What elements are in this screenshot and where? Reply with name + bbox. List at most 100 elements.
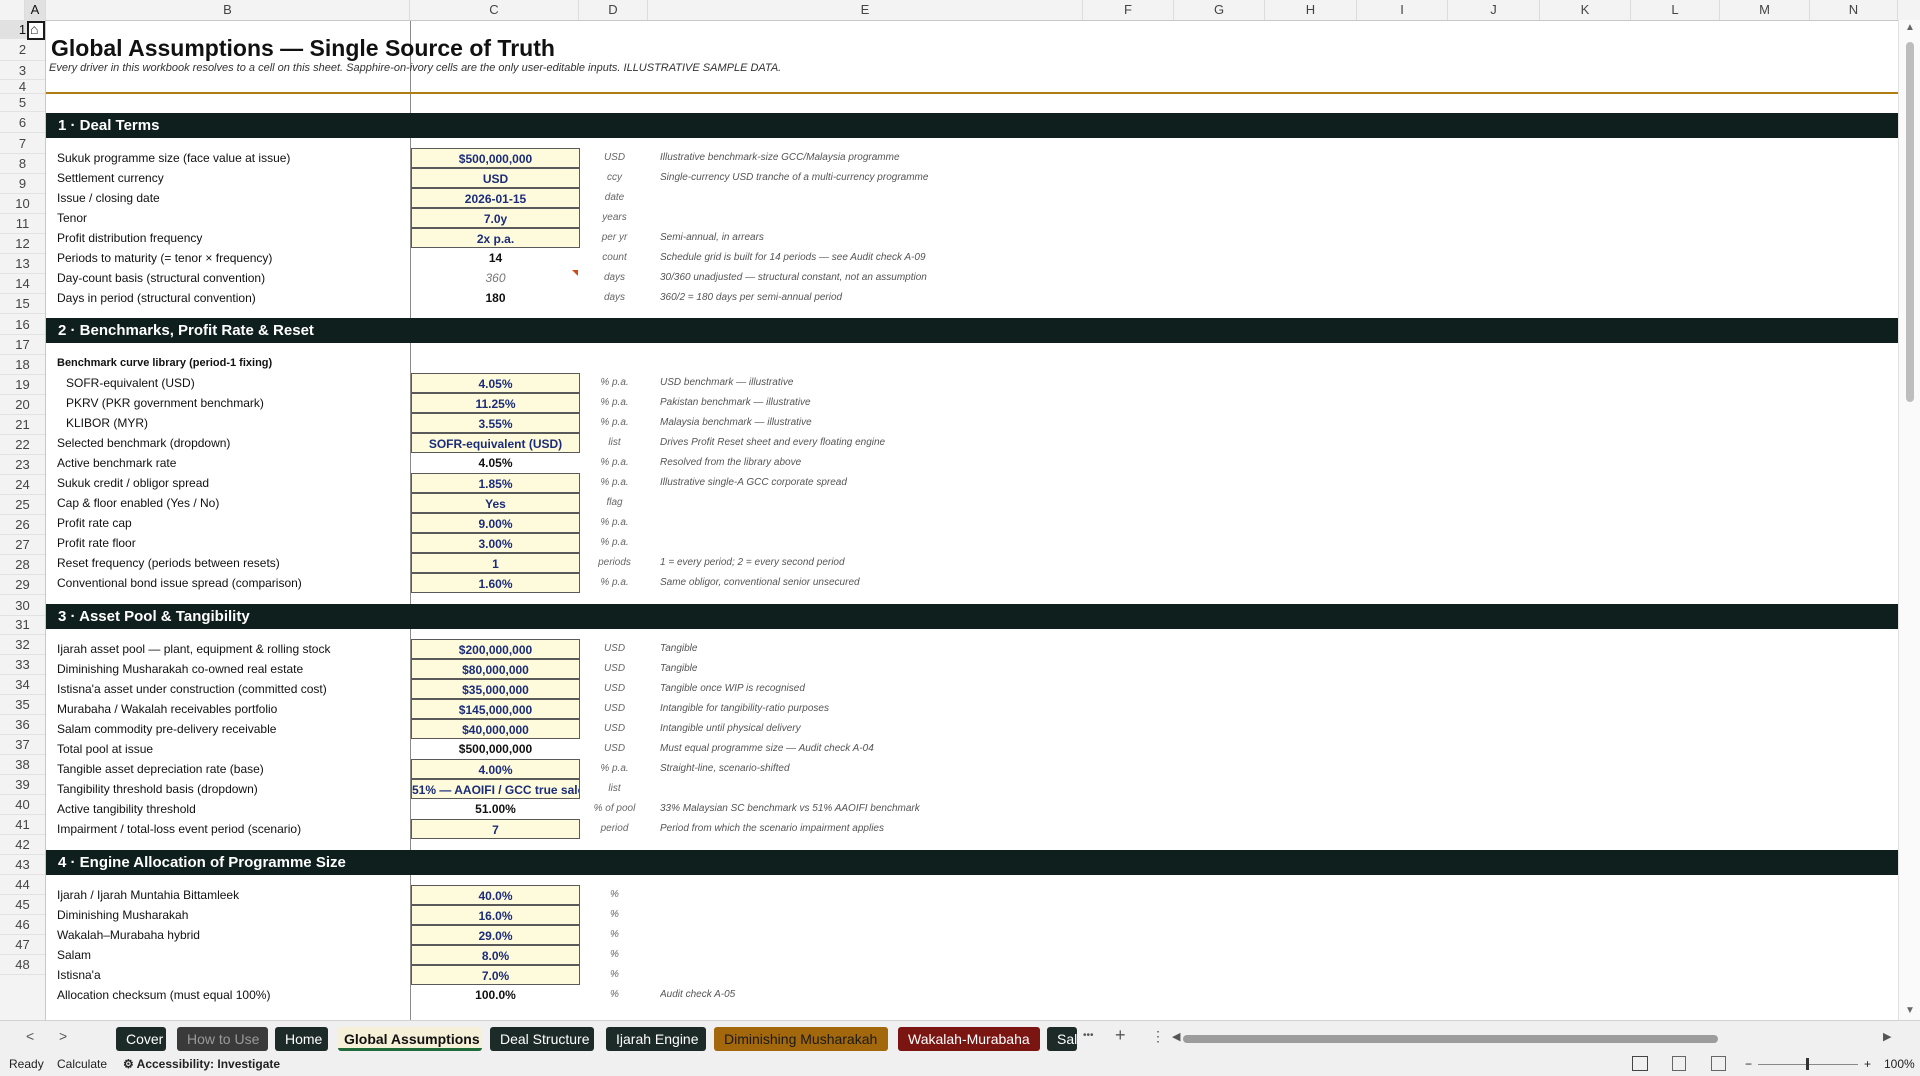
vertical-scroll-thumb[interactable] (1906, 42, 1914, 402)
input-cell[interactable]: 3.00% (411, 533, 580, 553)
zoom-slider-thumb[interactable] (1806, 1058, 1809, 1070)
column-header-h[interactable]: H (1265, 0, 1357, 20)
input-cell[interactable]: 16.0% (411, 905, 580, 925)
row-header-4[interactable]: 4 (0, 80, 45, 94)
row-header-30[interactable]: 30 (0, 595, 45, 616)
row-header-13[interactable]: 13 (0, 254, 45, 274)
page-break-view-icon[interactable] (1711, 1056, 1726, 1071)
row-header-41[interactable]: 41 (0, 815, 45, 835)
tab-next-button[interactable]: > (59, 1028, 67, 1044)
zoom-in-button[interactable]: + (1864, 1057, 1871, 1071)
worksheet-grid[interactable]: Global Assumptions — Single Source of Tr… (46, 21, 1898, 1020)
row-header-9[interactable]: 9 (0, 174, 45, 194)
input-cell[interactable]: 9.00% (411, 513, 580, 533)
input-cell[interactable]: 3.55% (411, 413, 580, 433)
row-header-28[interactable]: 28 (0, 555, 45, 575)
row-header-32[interactable]: 32 (0, 635, 45, 655)
hscroll-left-arrow[interactable]: ◀ (1172, 1030, 1180, 1043)
sheet-tab-wakalah-murabaha[interactable]: Wakalah-Murabaha (898, 1027, 1040, 1051)
sheet-tab-how-to-use[interactable]: How to Use (177, 1027, 268, 1051)
input-cell[interactable]: $500,000,000 (411, 148, 580, 168)
input-cell[interactable]: $40,000,000 (411, 719, 580, 739)
selected-cell-a1[interactable]: ⌂ (27, 21, 45, 40)
row-header-27[interactable]: 27 (0, 535, 45, 555)
row-header-35[interactable]: 35 (0, 695, 45, 715)
row-header-29[interactable]: 29 (0, 575, 45, 595)
input-cell[interactable]: 29.0% (411, 925, 580, 945)
sheet-tab-ijarah-engine[interactable]: Ijarah Engine (606, 1027, 706, 1051)
input-cell[interactable]: 1.85% (411, 473, 580, 493)
column-header-c[interactable]: C (410, 0, 579, 20)
accessibility-status[interactable]: ⚙ Accessibility: Investigate (123, 1057, 280, 1071)
row-header-44[interactable]: 44 (0, 875, 45, 895)
row-header-21[interactable]: 21 (0, 415, 45, 435)
row-header-37[interactable]: 37 (0, 735, 45, 755)
column-header-k[interactable]: K (1540, 0, 1631, 20)
more-tabs-button[interactable]: ••• (1083, 1030, 1094, 1041)
zoom-level[interactable]: 100% (1884, 1057, 1915, 1071)
select-all-corner[interactable] (0, 0, 25, 20)
input-cell[interactable]: 51% — AAOIFI / GCC true sale (411, 779, 580, 799)
tab-options-button[interactable]: ⋮ (1151, 1028, 1165, 1045)
normal-view-icon[interactable] (1632, 1056, 1648, 1071)
input-cell[interactable]: 1 (411, 553, 580, 573)
row-header-3[interactable]: 3 (0, 61, 45, 80)
sheet-tab-sal[interactable]: Sal (1047, 1027, 1077, 1051)
sheet-tab-global-assumptions[interactable]: Global Assumptions (338, 1027, 482, 1051)
home-icon[interactable]: ⌂ (30, 21, 38, 37)
vertical-scrollbar[interactable]: ▲ ▼ (1898, 20, 1920, 1020)
scroll-down-arrow[interactable]: ▼ (1905, 1005, 1915, 1016)
input-cell[interactable]: USD (411, 168, 580, 188)
page-layout-view-icon[interactable] (1672, 1056, 1686, 1071)
status-calculate[interactable]: Calculate (57, 1057, 107, 1071)
row-header-40[interactable]: 40 (0, 795, 45, 815)
column-header-i[interactable]: I (1357, 0, 1448, 20)
row-header-26[interactable]: 26 (0, 515, 45, 535)
sheet-tab-deal-structure[interactable]: Deal Structure (490, 1027, 594, 1051)
row-header-48[interactable]: 48 (0, 955, 45, 975)
scroll-up-arrow[interactable]: ▲ (1905, 22, 1915, 33)
row-header-25[interactable]: 25 (0, 495, 45, 515)
input-cell[interactable]: 7.0y (411, 208, 580, 228)
column-header-e[interactable]: E (648, 0, 1083, 20)
row-header-15[interactable]: 15 (0, 294, 45, 314)
row-header-11[interactable]: 11 (0, 214, 45, 234)
row-header-6[interactable]: 6 (0, 112, 45, 133)
input-cell[interactable]: 7 (411, 819, 580, 839)
row-header-16[interactable]: 16 (0, 314, 45, 335)
row-header-20[interactable]: 20 (0, 395, 45, 415)
row-header-42[interactable]: 42 (0, 835, 45, 855)
column-header-a[interactable]: A (25, 0, 46, 20)
row-header-38[interactable]: 38 (0, 755, 45, 775)
row-header-8[interactable]: 8 (0, 154, 45, 174)
column-header-j[interactable]: J (1448, 0, 1540, 20)
input-cell[interactable]: 40.0% (411, 885, 580, 905)
row-header-47[interactable]: 47 (0, 935, 45, 955)
column-header-d[interactable]: D (579, 0, 648, 20)
input-cell[interactable]: SOFR-equivalent (USD) (411, 433, 580, 453)
row-header-19[interactable]: 19 (0, 375, 45, 395)
row-header-17[interactable]: 17 (0, 335, 45, 355)
column-header-l[interactable]: L (1631, 0, 1720, 20)
column-header-n[interactable]: N (1810, 0, 1898, 20)
input-cell[interactable]: 4.00% (411, 759, 580, 779)
row-header-43[interactable]: 43 (0, 855, 45, 875)
row-header-2[interactable]: 2 (0, 39, 45, 61)
row-header-10[interactable]: 10 (0, 194, 45, 214)
sheet-tab-cover[interactable]: Cover (116, 1027, 166, 1051)
input-cell[interactable]: 1.60% (411, 573, 580, 593)
sheet-tab-home[interactable]: Home (275, 1027, 328, 1051)
zoom-out-button[interactable]: − (1745, 1057, 1752, 1071)
column-header-m[interactable]: M (1720, 0, 1810, 20)
input-cell[interactable]: $145,000,000 (411, 699, 580, 719)
sheet-tab-diminishing-musharakah[interactable]: Diminishing Musharakah (714, 1027, 888, 1051)
row-header-22[interactable]: 22 (0, 435, 45, 455)
row-header-39[interactable]: 39 (0, 775, 45, 795)
column-header-b[interactable]: B (46, 0, 410, 20)
row-header-46[interactable]: 46 (0, 915, 45, 935)
row-header-18[interactable]: 18 (0, 355, 45, 375)
row-header-5[interactable]: 5 (0, 94, 45, 112)
input-cell[interactable]: 2x p.a. (411, 228, 580, 248)
input-cell[interactable]: 8.0% (411, 945, 580, 965)
row-header-14[interactable]: 14 (0, 274, 45, 294)
